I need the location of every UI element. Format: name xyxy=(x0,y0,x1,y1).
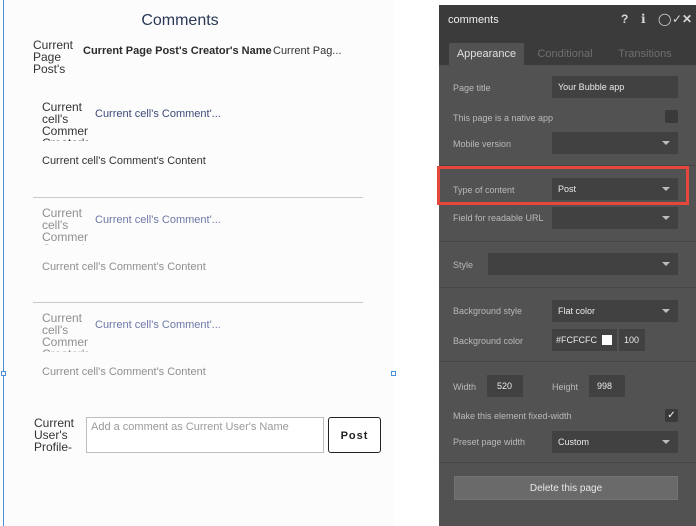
editor-canvas[interactable]: Comments Current Page Post's Current Pag… xyxy=(0,0,432,526)
width-label: Width xyxy=(453,382,477,392)
fixed-width-checkbox[interactable]: ✓ xyxy=(665,409,678,422)
comment-creator-avatar[interactable]: Current cell's Commen Creator's xyxy=(42,101,88,141)
width-input[interactable]: 520 xyxy=(487,375,523,397)
mobile-version-dropdown[interactable] xyxy=(552,132,678,154)
delete-page-button[interactable]: Delete this page xyxy=(454,476,678,500)
background-color-picker[interactable]: #FCFCFC xyxy=(552,329,617,351)
background-opacity-input[interactable]: 100 xyxy=(619,329,645,351)
chevron-down-icon xyxy=(662,440,670,444)
style-label: Style xyxy=(453,260,474,270)
page-title: Comments xyxy=(141,12,219,29)
info-icon[interactable]: i xyxy=(641,13,646,25)
color-swatch xyxy=(602,334,612,345)
native-app-label: This page is a native app xyxy=(453,113,554,123)
height-label: Height xyxy=(552,382,579,392)
section-divider xyxy=(439,287,696,288)
comment-divider xyxy=(33,197,363,198)
readable-url-dropdown[interactable] xyxy=(552,207,678,229)
comment-creator-name[interactable]: Current cell's Comment'... xyxy=(95,319,235,331)
page-preview[interactable]: Comments Current Page Post's Current Pag… xyxy=(4,0,394,526)
help-icon[interactable]: ? xyxy=(621,13,628,25)
post-button[interactable]: Post xyxy=(328,417,381,453)
resize-handle-right[interactable] xyxy=(391,371,396,376)
background-style-dropdown[interactable]: Flat color xyxy=(552,300,678,322)
section-divider xyxy=(439,462,696,463)
section-divider xyxy=(439,241,696,242)
chevron-down-icon xyxy=(662,309,670,313)
chevron-down-icon xyxy=(662,216,670,220)
chevron-down-icon xyxy=(662,262,670,266)
page-title-label: Page title xyxy=(453,83,491,93)
resize-handle-left[interactable] xyxy=(1,371,6,376)
background-style-value: Flat color xyxy=(558,306,596,316)
chevron-down-icon xyxy=(662,141,670,145)
fixed-width-label: Make this element fixed-width xyxy=(453,411,572,421)
mobile-version-label: Mobile version xyxy=(453,139,512,149)
close-icon[interactable]: ✕ xyxy=(682,13,692,25)
background-color-value: #FCFCFC xyxy=(556,335,597,345)
comment-content[interactable]: Current cell's Comment's Content xyxy=(42,366,242,378)
preset-width-value: Custom xyxy=(558,437,590,447)
preset-width-label: Preset page width xyxy=(453,437,526,447)
background-color-label: Background color xyxy=(453,336,524,346)
comment-creator-name[interactable]: Current cell's Comment'... xyxy=(95,214,235,226)
height-input[interactable]: 998 xyxy=(589,375,625,397)
comment-creator-name[interactable]: Current cell's Comment'... xyxy=(95,108,235,120)
comment-creator-avatar[interactable]: Current cell's Commen Creator's xyxy=(42,207,88,245)
post-creator-avatar[interactable]: Current Page Post's xyxy=(33,39,77,73)
comment-content[interactable]: Current cell's Comment's Content xyxy=(42,155,242,167)
style-dropdown[interactable] xyxy=(488,253,678,275)
tab-appearance[interactable]: Appearance xyxy=(449,43,524,65)
property-editor-panel: comments ? i ◯ ✓ ✕ Appearance Conditiona… xyxy=(439,5,696,526)
page-title-input[interactable]: Your Bubble app xyxy=(552,76,678,98)
readable-url-label: Field for readable URL xyxy=(453,213,544,223)
panel-title: comments xyxy=(448,14,499,26)
post-content-preview[interactable]: Current Pag... xyxy=(273,45,353,57)
tab-transitions[interactable]: Transitions xyxy=(610,43,680,65)
comment-creator-avatar[interactable]: Current cell's Commen Creator's xyxy=(42,312,88,352)
background-style-label: Background style xyxy=(453,306,523,316)
comment-input[interactable]: Add a comment as Current User's Name xyxy=(86,417,324,453)
section-divider xyxy=(439,361,696,362)
preset-width-dropdown[interactable]: Custom xyxy=(552,431,678,453)
panel-header: comments ? i ◯ ✓ ✕ xyxy=(439,5,696,35)
comment-divider xyxy=(33,302,363,303)
tab-conditional[interactable]: Conditional xyxy=(530,43,600,65)
type-of-content-highlight xyxy=(437,166,689,205)
comment-content[interactable]: Current cell's Comment's Content xyxy=(42,261,242,273)
native-app-checkbox[interactable] xyxy=(665,110,678,123)
current-user-avatar[interactable]: Current User's Profile- xyxy=(34,417,80,455)
comment-icon[interactable]: ◯ xyxy=(658,13,671,25)
check-icon[interactable]: ✓ xyxy=(672,13,682,25)
post-creator-name[interactable]: Current Page Post's Creator's Name xyxy=(83,45,273,57)
